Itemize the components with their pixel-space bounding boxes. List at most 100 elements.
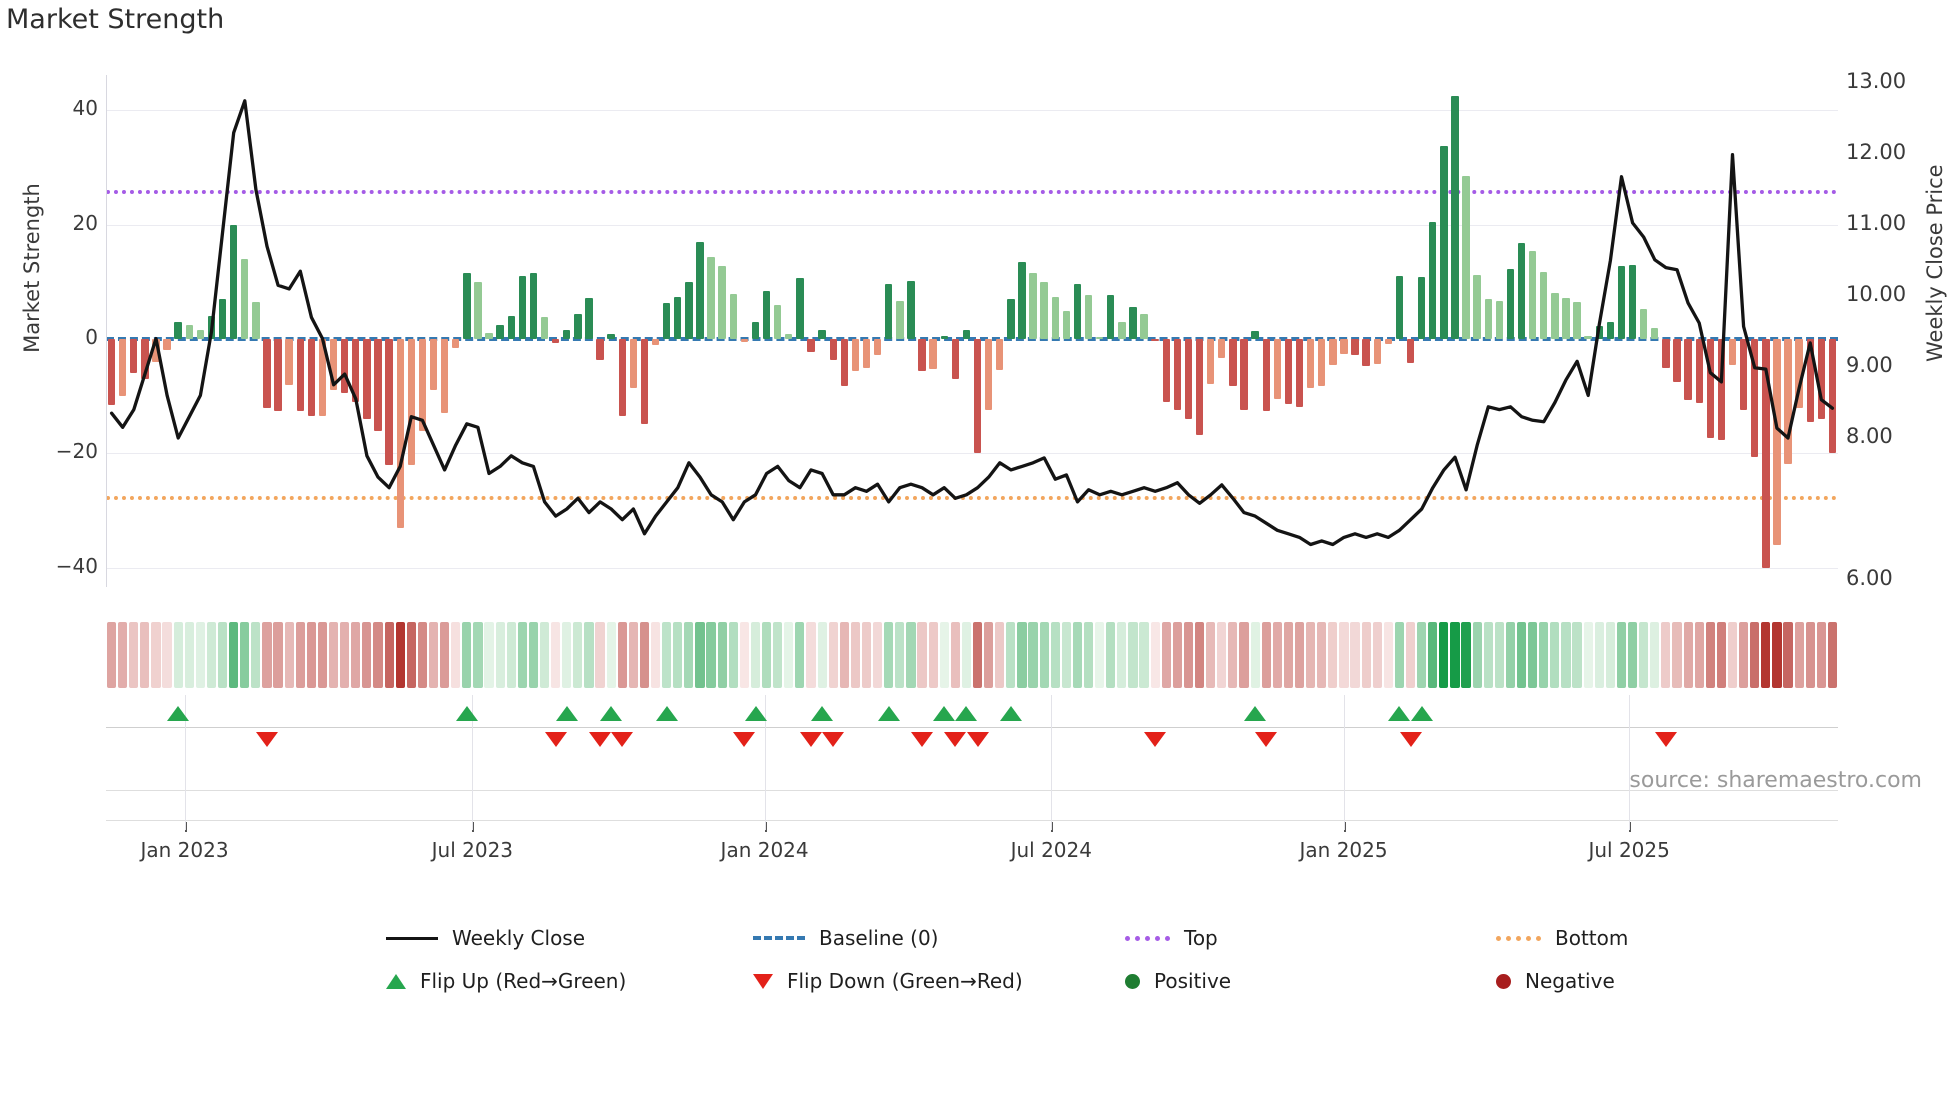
heat-cell [1428, 622, 1438, 688]
flip-up-marker [455, 706, 478, 721]
legend-label: Negative [1525, 969, 1615, 993]
heat-cell [1750, 622, 1760, 688]
flip-down-marker [733, 732, 756, 747]
heat-cell [762, 622, 772, 688]
flip-up-marker [955, 706, 978, 721]
flip-down-marker [1654, 732, 1677, 747]
heat-cell [1494, 622, 1504, 688]
heat-cell [1006, 622, 1016, 688]
heat-cell [1383, 622, 1393, 688]
bottom-line-swatch [1496, 935, 1541, 941]
x-tick-label: Jul 2024 [1010, 838, 1092, 862]
heat-cell [1294, 622, 1305, 688]
heat-cell [662, 622, 672, 688]
heat-cell [961, 622, 972, 688]
heat-cell [595, 622, 605, 688]
left-tick-label: −20 [55, 439, 98, 464]
heat-cell [884, 622, 894, 688]
heat-cell [1661, 622, 1671, 688]
heat-cell [229, 622, 239, 688]
marker-band-gridline [1343, 695, 1345, 830]
heat-cell [1361, 622, 1371, 688]
right-tick-label: 6.00 [1846, 566, 1893, 590]
legend-label: Bottom [1555, 926, 1629, 950]
heat-cell [1217, 622, 1227, 688]
heat-cell [917, 622, 927, 688]
heat-cell [1827, 622, 1838, 688]
heat-cell [1816, 622, 1826, 688]
right-tick-label: 11.00 [1846, 211, 1907, 235]
flip-down-marker [966, 732, 989, 747]
heat-cell [873, 622, 883, 688]
left-tick-label: 0 [85, 325, 98, 349]
heat-cell [1439, 622, 1449, 688]
heat-cell [861, 622, 872, 688]
heat-cell [573, 622, 583, 688]
flip-up-marker [744, 706, 767, 721]
heat-cell [1050, 622, 1060, 688]
heat-cell [1339, 622, 1349, 688]
heat-cell [950, 622, 960, 688]
heat-cell [828, 622, 838, 688]
heat-cell [1172, 622, 1182, 688]
heat-cell [928, 622, 938, 688]
negative-icon [1496, 973, 1511, 989]
top-line-swatch [1125, 935, 1170, 941]
heat-cell [895, 622, 905, 688]
heat-cell [1250, 622, 1260, 688]
heat-cell [1150, 622, 1160, 688]
heat-cell [1583, 622, 1593, 688]
legend-item: Flip Up (Red→Green) [386, 969, 626, 993]
heat-cell [617, 622, 627, 688]
heat-cell [1639, 622, 1649, 688]
heat-cell [1716, 622, 1726, 688]
heat-cell [417, 622, 427, 688]
heat-cell [1161, 622, 1171, 688]
heat-cell [1594, 622, 1604, 688]
heat-cell [1450, 622, 1460, 688]
heat-cell [262, 622, 272, 688]
heat-cell [817, 622, 827, 688]
heat-cell [1117, 622, 1127, 688]
marker-band-gridline [1629, 695, 1631, 830]
heat-cell [1405, 622, 1416, 688]
heat-cell [195, 622, 205, 688]
heat-cell [739, 622, 749, 688]
legend-item: Baseline (0) [753, 926, 938, 950]
heat-cell [1206, 622, 1216, 688]
flip-down-marker [589, 732, 612, 747]
heat-cell [251, 622, 261, 688]
flip-down-marker [1144, 732, 1167, 747]
flip-up-marker [811, 706, 834, 721]
right-tick-label: 10.00 [1846, 282, 1907, 306]
flip-up-marker [1410, 706, 1433, 721]
heat-cell [1372, 622, 1382, 688]
heat-cell [539, 622, 550, 688]
legend-item: Weekly Close [386, 926, 585, 950]
heat-cell [1805, 622, 1815, 688]
left-tick-label: −40 [55, 553, 98, 578]
heat-cell [1017, 622, 1027, 688]
heat-cell [317, 622, 328, 688]
heat-cell [750, 622, 761, 688]
legend-label: Positive [1154, 969, 1232, 993]
x-tick-label: Jan 2025 [1299, 838, 1388, 862]
heat-cell [1183, 622, 1194, 688]
plot-area [106, 75, 1838, 587]
heat-cell [551, 622, 561, 688]
heat-cell [173, 622, 183, 688]
market-strength-chart: Market Strength Market Strength Weekly C… [0, 0, 1960, 1102]
heat-cell [906, 622, 916, 688]
flip-down-marker [1255, 732, 1278, 747]
heat-cell [1783, 622, 1793, 688]
legend-label: Top [1184, 926, 1218, 950]
heatmap-strip [106, 622, 1838, 688]
heat-cell [1561, 622, 1571, 688]
heat-cell [451, 622, 461, 688]
heat-cell [850, 622, 860, 688]
heat-cell [1772, 622, 1782, 688]
source-credit: source: sharemaestro.com [1629, 768, 1922, 793]
heat-cell [1794, 622, 1804, 688]
legend-item: Positive [1125, 969, 1231, 993]
marker-band-gridline [1051, 695, 1053, 830]
